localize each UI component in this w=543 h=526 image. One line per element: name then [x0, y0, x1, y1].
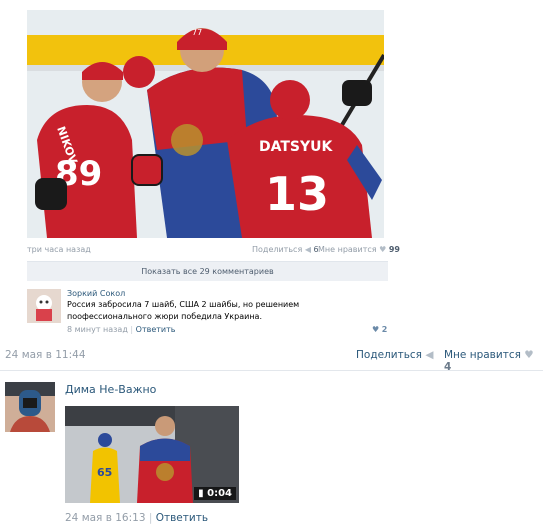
comment-author-link[interactable]: Зоркий Сокол — [67, 289, 125, 298]
comment-avatar[interactable] — [27, 289, 61, 323]
comment-meta: 8 минут назад | Ответить — [67, 325, 176, 334]
jersey-number-center: 77 — [192, 28, 202, 37]
post2-date-link[interactable]: 24 мая в 16:13 — [65, 512, 146, 524]
photo-share-button[interactable]: Поделиться ◀ 6 — [252, 245, 319, 254]
post-date-link[interactable]: 24 мая в 11:44 — [5, 349, 86, 361]
heart-icon: ♥ — [524, 349, 534, 361]
comment-avatar-image — [27, 289, 61, 323]
user-avatar-image — [5, 382, 55, 432]
post-like-count: 4 — [444, 361, 452, 373]
comment-like-button[interactable]: ♥ 2 — [372, 325, 387, 334]
heart-icon: ♥ — [372, 325, 380, 334]
photo-share-label: Поделиться — [252, 245, 303, 254]
photo-like-label: Мне нравится — [318, 245, 377, 254]
post-author-link[interactable]: Дима Не-Важно — [65, 383, 156, 396]
video-duration-badge: ▮ 0:04 — [194, 487, 236, 500]
photo-like-button[interactable]: Мне нравится ♥ 99 — [318, 245, 400, 254]
video-thumbnail[interactable]: 65 ▮ 0:04 — [65, 406, 239, 503]
comment-like-count: 2 — [381, 325, 388, 334]
megaphone-icon: ◀ — [425, 349, 434, 361]
heart-icon: ♥ — [379, 245, 387, 254]
post2-reply-link[interactable]: Ответить — [156, 512, 208, 524]
hockey-photo-illustration: 89 NIKOV 77 DATSYUK 13 — [27, 10, 384, 238]
show-all-comments-button[interactable]: Показать все 29 комментариев — [27, 261, 388, 281]
video-duration: 0:04 — [207, 488, 232, 499]
megaphone-icon: ◀ — [304, 245, 311, 254]
jersey-name-right: DATSYUK — [259, 139, 334, 155]
comment-reply-link[interactable]: Ответить — [136, 325, 176, 334]
photo-time: три часа назад — [27, 245, 91, 254]
photo-like-count: 99 — [388, 245, 400, 254]
post-photo[interactable]: 89 NIKOV 77 DATSYUK 13 — [27, 10, 384, 238]
post-share-label: Поделиться — [356, 349, 422, 361]
video-icon: ▮ — [198, 488, 204, 499]
post2-meta: 24 мая в 16:13 | Ответить — [65, 512, 209, 524]
jersey-number-right: 13 — [265, 167, 329, 221]
video-player-number: 65 — [97, 466, 112, 479]
comment-text: Россия забросила 7 шайб, США 2 шайбы, но… — [67, 300, 300, 321]
user-avatar[interactable] — [5, 382, 55, 432]
post-share-button[interactable]: Поделиться ◀ — [356, 349, 433, 361]
comment-time[interactable]: 8 минут назад — [67, 325, 128, 334]
post-like-label: Мне нравится — [444, 349, 521, 361]
post-divider — [0, 370, 543, 371]
